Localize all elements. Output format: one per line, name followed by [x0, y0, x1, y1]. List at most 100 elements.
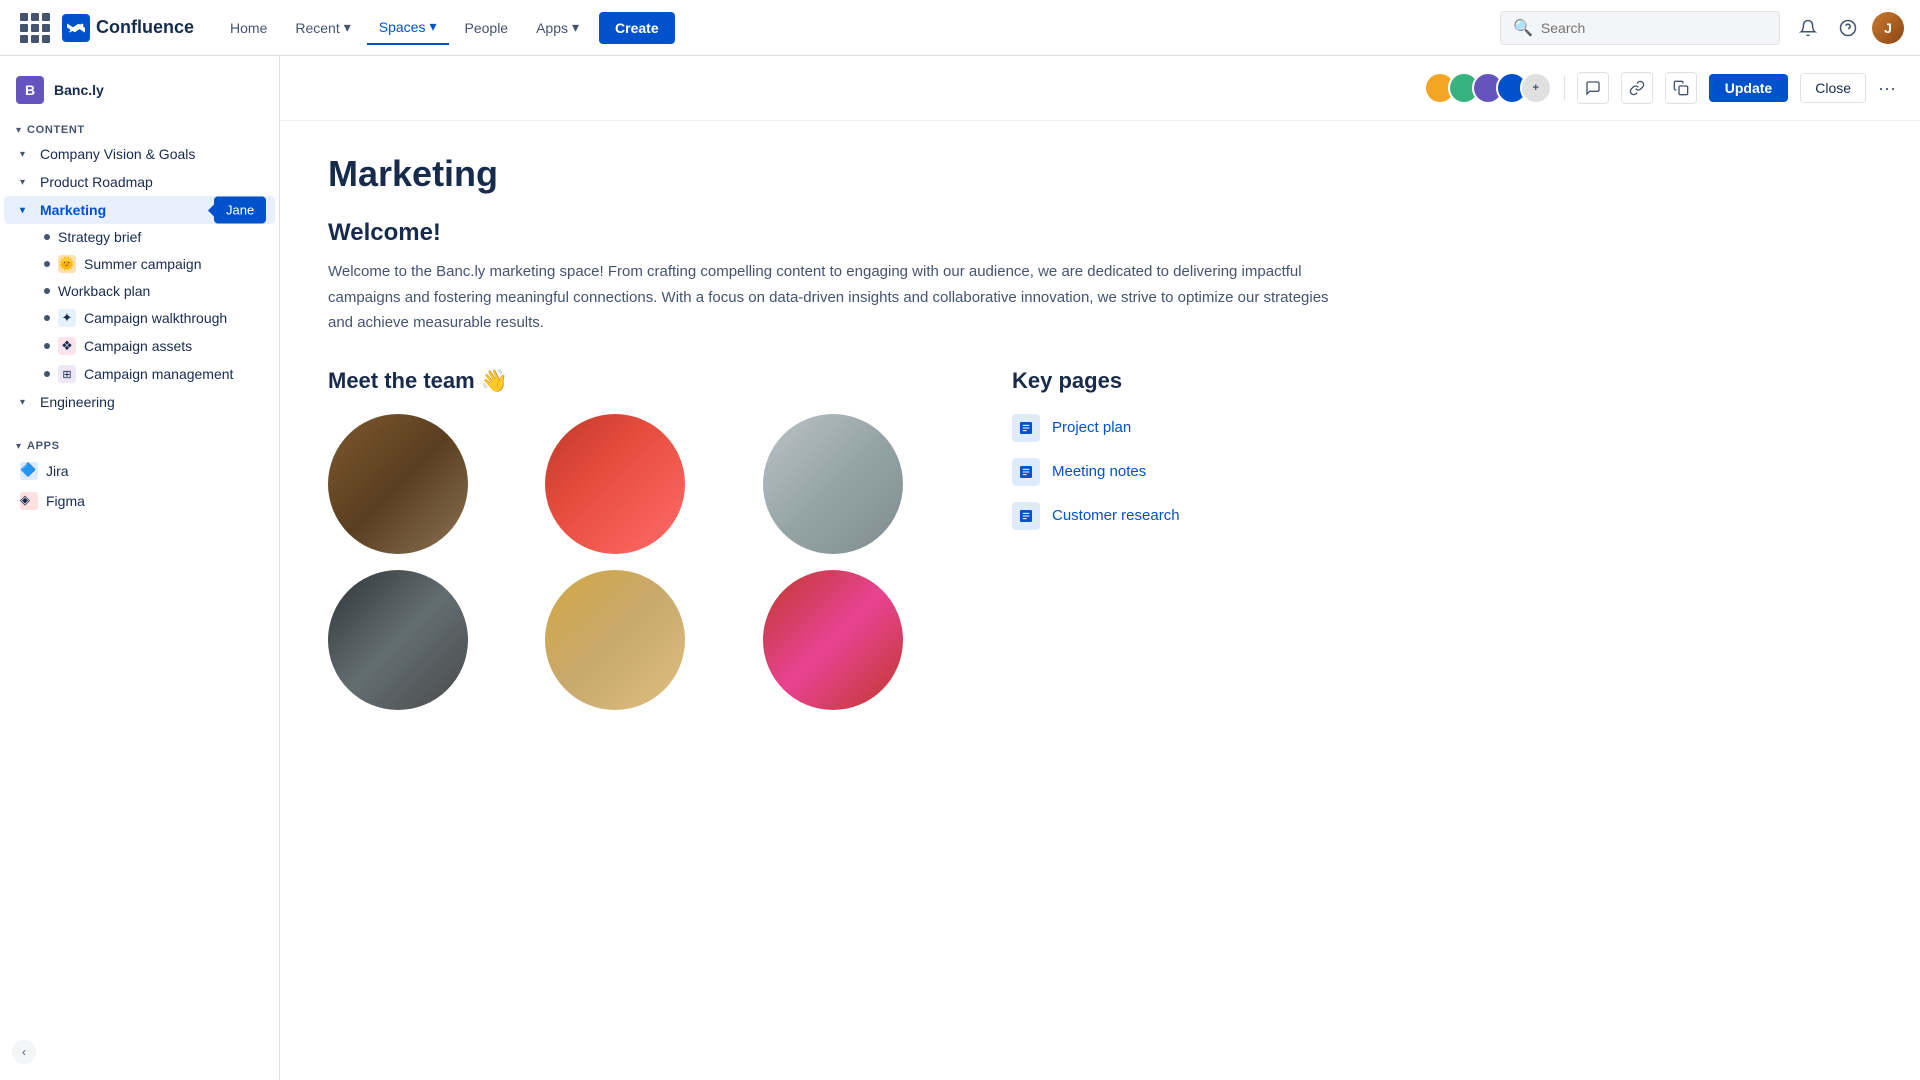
team-member-2[interactable]	[545, 414, 685, 554]
campaign-assets-icon: ❖	[58, 337, 76, 355]
chevron-icon: ▾	[20, 149, 32, 160]
chevron-icon: ▾	[20, 205, 32, 216]
figma-icon: ◈	[20, 492, 38, 510]
sidebar-item-label: Summer campaign	[84, 256, 202, 272]
apps-section-label[interactable]: ▾ APPS	[0, 432, 279, 456]
nav-links: Home Recent ▾ Spaces ▾ People Apps ▾ Cre…	[218, 10, 675, 45]
key-pages-section: Key pages Project plan Meeti	[1012, 368, 1332, 710]
key-page-project-plan[interactable]: Project plan	[1012, 414, 1332, 442]
collaborators-avatar-group: +	[1424, 72, 1552, 104]
link-icon-btn[interactable]	[1621, 72, 1653, 104]
content-chevron: ▾	[16, 125, 21, 136]
confluence-logo-icon	[62, 14, 90, 42]
welcome-section: Welcome! Welcome to the Banc.ly marketin…	[328, 219, 1332, 336]
sidebar-item-engineering[interactable]: ▾ Engineering	[4, 388, 275, 416]
team-member-5[interactable]	[545, 570, 685, 710]
nav-apps[interactable]: Apps ▾	[524, 11, 591, 44]
header-divider	[1564, 76, 1565, 100]
key-pages-list: Project plan Meeting notes	[1012, 414, 1332, 530]
space-name: Banc.ly	[54, 82, 104, 98]
topnav: Confluence Home Recent ▾ Spaces ▾ People…	[0, 0, 1920, 56]
chevron-icon: ▾	[20, 177, 32, 188]
close-button[interactable]: Close	[1800, 73, 1866, 103]
space-header[interactable]: B Banc.ly	[0, 68, 279, 116]
summer-campaign-icon: 🌞	[58, 255, 76, 273]
page-icon	[1012, 502, 1040, 530]
key-page-meeting-notes[interactable]: Meeting notes	[1012, 458, 1332, 486]
nav-spaces[interactable]: Spaces ▾	[367, 10, 449, 45]
main-content: + Update Close ··· Marketing Welcome! We…	[280, 56, 1920, 1080]
copy-link-icon-btn[interactable]	[1665, 72, 1697, 104]
bullet-icon	[44, 288, 50, 294]
bullet-icon	[44, 343, 50, 349]
sidebar-item-product-roadmap[interactable]: ▾ Product Roadmap	[4, 168, 275, 196]
sidebar-collapse-button[interactable]: ‹	[12, 1040, 36, 1064]
sidebar-item-label: Jira	[46, 463, 69, 479]
team-section: Meet the team 👋	[328, 368, 964, 710]
bullet-icon	[44, 261, 50, 267]
sidebar-item-company-vision[interactable]: ▾ Company Vision & Goals	[4, 140, 275, 168]
chevron-icon: ▾	[20, 397, 32, 408]
sidebar-item-summer-campaign[interactable]: 🌞 Summer campaign	[4, 250, 275, 278]
nav-people[interactable]: People	[453, 12, 521, 44]
welcome-text: Welcome to the Banc.ly marketing space! …	[328, 259, 1332, 336]
sidebar-item-label: Campaign assets	[84, 338, 192, 354]
sidebar-item-campaign-walkthrough[interactable]: ✦ Campaign walkthrough	[4, 304, 275, 332]
key-page-customer-research[interactable]: Customer research	[1012, 502, 1332, 530]
two-column-section: Meet the team 👋	[328, 368, 1332, 710]
team-grid	[328, 414, 964, 710]
welcome-heading: Welcome!	[328, 219, 1332, 247]
bullet-icon	[44, 371, 50, 377]
nav-action-icons: J	[1792, 12, 1904, 44]
sidebar-item-label: Strategy brief	[58, 229, 141, 245]
sidebar-item-label: Company Vision & Goals	[40, 146, 195, 162]
user-avatar[interactable]: J	[1872, 12, 1904, 44]
key-page-link[interactable]: Meeting notes	[1052, 463, 1146, 480]
help-icon[interactable]	[1832, 12, 1864, 44]
search-bar[interactable]: 🔍	[1500, 11, 1780, 45]
main-layout: B Banc.ly ▾ CONTENT ▾ Company Vision & G…	[0, 56, 1920, 1080]
sidebar-item-strategy-brief[interactable]: Strategy brief	[4, 224, 275, 250]
sidebar-item-jira[interactable]: 🔷 Jira	[4, 456, 275, 486]
sidebar-item-figma[interactable]: ◈ Figma	[4, 486, 275, 516]
sidebar-item-marketing[interactable]: ▾ Marketing Jane	[4, 196, 275, 224]
team-member-3[interactable]	[763, 414, 903, 554]
confluence-logo[interactable]: Confluence	[62, 14, 194, 42]
content-section-label[interactable]: ▾ CONTENT	[0, 116, 279, 140]
team-member-4[interactable]	[328, 570, 468, 710]
team-section-title: Meet the team 👋	[328, 368, 964, 394]
sidebar-item-label: Campaign walkthrough	[84, 310, 227, 326]
team-member-6[interactable]	[763, 570, 903, 710]
sidebar-item-label: Product Roadmap	[40, 174, 153, 190]
nav-home[interactable]: Home	[218, 12, 279, 44]
team-member-1[interactable]	[328, 414, 468, 554]
sidebar-item-campaign-management[interactable]: ⊞ Campaign management	[4, 360, 275, 388]
apps-grid-button[interactable]	[16, 9, 54, 47]
notifications-icon[interactable]	[1792, 12, 1824, 44]
sidebar-item-label: Figma	[46, 493, 85, 509]
create-button[interactable]: Create	[599, 12, 675, 44]
apps-chevron: ▾	[16, 441, 21, 452]
key-page-link[interactable]: Project plan	[1052, 419, 1131, 436]
update-button[interactable]: Update	[1709, 74, 1788, 102]
sidebar-item-label: Campaign management	[84, 366, 233, 382]
jane-tooltip: Jane	[214, 197, 266, 224]
search-input[interactable]	[1541, 20, 1767, 36]
collaborator-avatar-more[interactable]: +	[1520, 72, 1552, 104]
jira-icon: 🔷	[20, 462, 38, 480]
page-icon	[1012, 458, 1040, 486]
content-header-bar: + Update Close ···	[280, 56, 1920, 121]
sidebar-item-label: Workback plan	[58, 283, 150, 299]
more-options-button[interactable]: ···	[1878, 78, 1896, 99]
page-icon	[1012, 414, 1040, 442]
nav-recent[interactable]: Recent ▾	[283, 11, 362, 44]
comment-icon-btn[interactable]	[1577, 72, 1609, 104]
sidebar-item-workback-plan[interactable]: Workback plan	[4, 278, 275, 304]
key-page-link[interactable]: Customer research	[1052, 507, 1180, 524]
campaign-management-icon: ⊞	[58, 365, 76, 383]
sidebar-item-label: Marketing	[40, 202, 106, 218]
apps-label-text: APPS	[27, 440, 60, 452]
content-label-text: CONTENT	[27, 124, 85, 136]
space-icon: B	[16, 76, 44, 104]
sidebar-item-campaign-assets[interactable]: ❖ Campaign assets	[4, 332, 275, 360]
